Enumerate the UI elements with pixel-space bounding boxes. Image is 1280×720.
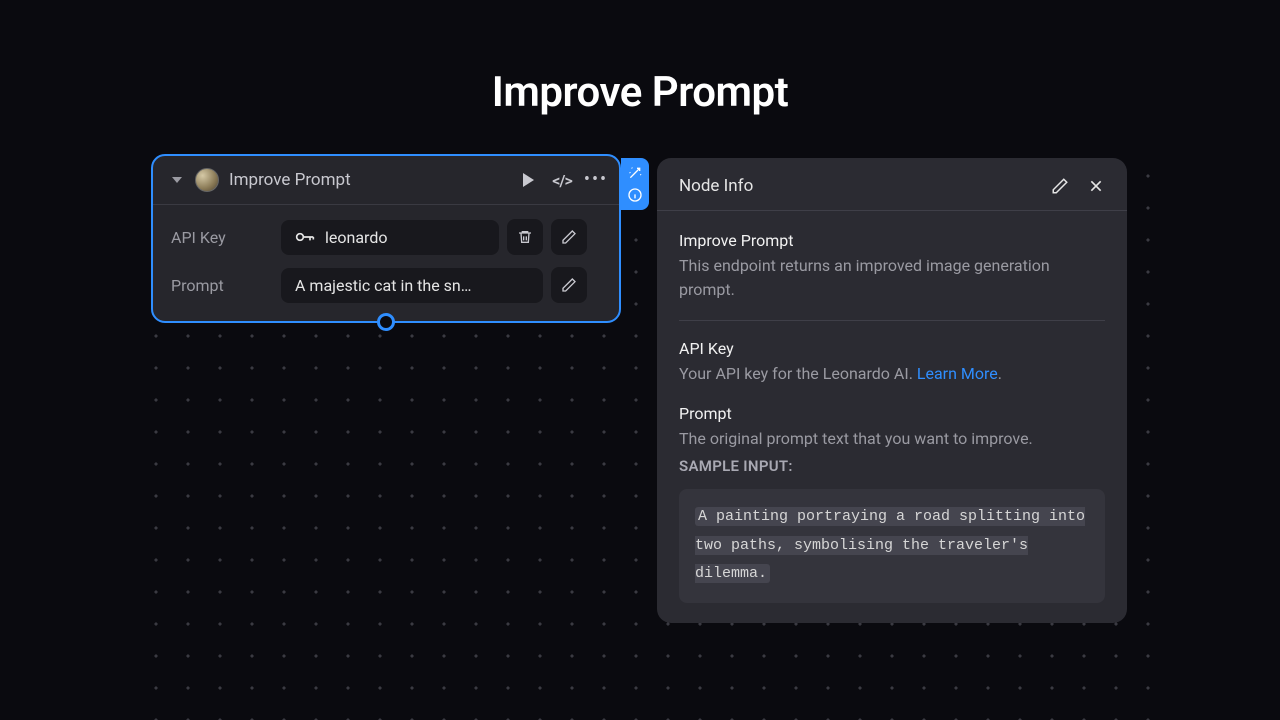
key-icon [295,230,315,244]
delete-api-key-button[interactable] [507,219,543,255]
node-body: API Key leonardo Prompt A majestic cat i… [153,205,619,321]
node-avatar-icon [195,168,219,192]
prompt-value[interactable]: A majestic cat in the sn… [281,268,543,303]
edit-api-key-button[interactable] [551,219,587,255]
trash-icon [517,229,533,245]
api-key-desc-after: . [998,364,1002,383]
pencil-icon [561,277,577,293]
info-icon [627,187,643,203]
sample-input-label: SAMPLE INPUT: [679,457,1105,475]
info-header-actions [1051,177,1105,195]
collapse-toggle[interactable] [167,171,185,189]
edit-prompt-button[interactable] [551,267,587,303]
section-title: API Key [679,339,1105,358]
play-icon [523,173,534,187]
field-row-prompt: Prompt A majestic cat in the sn… [171,267,601,303]
node-header: Improve Prompt </> ••• [153,156,619,205]
node-info-panel: Node Info Improve Prompt This endpoint r… [657,158,1127,623]
section-desc: Your API key for the Leonardo AI. Learn … [679,362,1105,386]
section-desc: This endpoint returns an improved image … [679,254,1105,302]
field-row-api-key: API Key leonardo [171,219,601,255]
api-key-text: leonardo [325,228,387,247]
info-panel-title: Node Info [679,176,1051,196]
section-title: Prompt [679,404,1105,423]
info-body: Improve Prompt This endpoint returns an … [657,211,1127,603]
node-card[interactable]: Improve Prompt </> ••• API Key leonardo … [151,154,621,323]
wand-icon [627,165,643,181]
page-title: Improve Prompt [0,68,1280,117]
magic-wand-button[interactable] [626,164,644,182]
learn-more-link[interactable]: Learn More [917,364,998,383]
info-tab-button[interactable] [626,186,644,204]
output-port[interactable] [377,313,395,331]
sample-input-text: A painting portraying a road splitting i… [695,507,1085,583]
edit-info-button[interactable] [1051,177,1069,195]
sample-input-code: A painting portraying a road splitting i… [679,489,1105,603]
side-tab [621,158,649,210]
ellipsis-icon: ••• [584,175,608,185]
divider [679,320,1105,321]
close-info-button[interactable] [1087,177,1105,195]
section-title: Improve Prompt [679,231,1105,250]
prompt-text: A majestic cat in the sn… [295,276,471,295]
close-icon [1088,178,1104,194]
api-key-desc-text: Your API key for the Leonardo AI. [679,364,917,383]
chevron-down-icon [172,177,182,183]
info-header: Node Info [657,158,1127,211]
api-key-value[interactable]: leonardo [281,220,499,255]
run-button[interactable] [519,171,537,189]
code-button[interactable]: </> [553,171,571,189]
pencil-icon [1051,177,1069,195]
field-label: Prompt [171,276,281,295]
node-header-actions: </> ••• [519,171,605,189]
field-label: API Key [171,228,281,247]
code-icon: </> [552,171,572,190]
more-button[interactable]: ••• [587,171,605,189]
pencil-icon [561,229,577,245]
node-title: Improve Prompt [229,170,509,190]
section-desc: The original prompt text that you want t… [679,427,1105,451]
